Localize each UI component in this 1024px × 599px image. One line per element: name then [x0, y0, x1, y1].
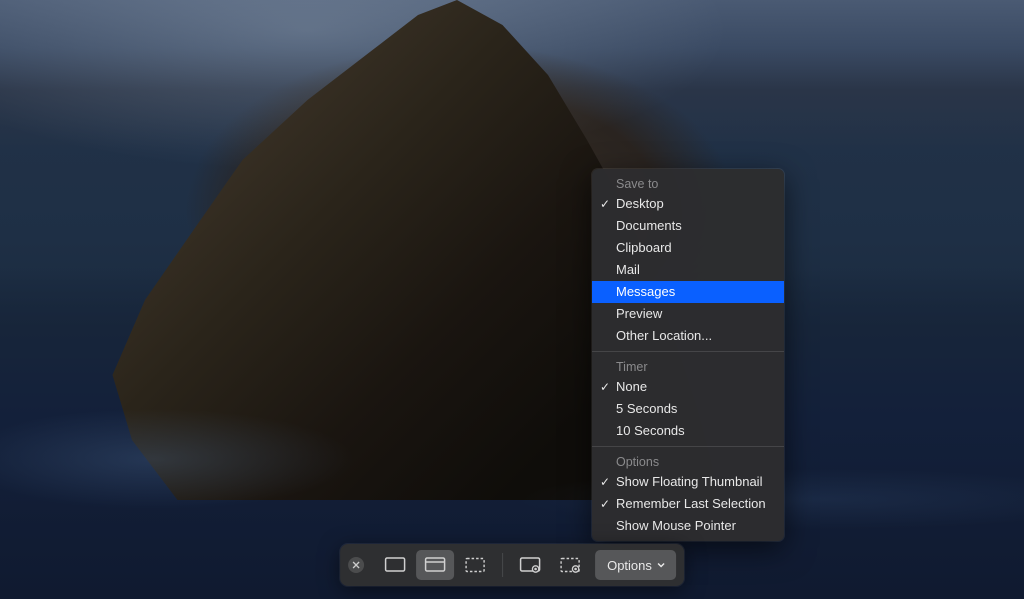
record-selection-icon	[559, 556, 581, 574]
menu-item-label: Desktop	[616, 196, 664, 211]
toolbar-divider	[502, 553, 503, 577]
menu-item-desktop[interactable]: ✓ Desktop	[592, 193, 784, 215]
menu-item-documents[interactable]: Documents	[592, 215, 784, 237]
menu-item-preview[interactable]: Preview	[592, 303, 784, 325]
menu-item-label: Preview	[616, 306, 662, 321]
menu-item-messages[interactable]: Messages	[592, 281, 784, 303]
options-menu: Save to ✓ Desktop Documents Clipboard Ma…	[592, 169, 784, 541]
screenshot-toolbar: Options	[340, 544, 684, 586]
menu-item-timer-10s[interactable]: 10 Seconds	[592, 420, 784, 442]
menu-item-label: None	[616, 379, 647, 394]
checkmark-icon: ✓	[600, 473, 610, 491]
menu-item-label: Show Mouse Pointer	[616, 518, 736, 533]
menu-section-timer: Timer	[592, 356, 784, 376]
desktop-wallpaper	[0, 0, 1024, 599]
menu-item-mail[interactable]: Mail	[592, 259, 784, 281]
menu-item-other-location[interactable]: Other Location...	[592, 325, 784, 347]
menu-item-label: Mail	[616, 262, 640, 277]
menu-divider	[592, 446, 784, 447]
capture-entire-screen-button[interactable]	[376, 550, 414, 580]
checkmark-icon: ✓	[600, 495, 610, 513]
menu-item-label: 5 Seconds	[616, 401, 677, 416]
menu-section-save-to: Save to	[592, 173, 784, 193]
checkmark-icon: ✓	[600, 378, 610, 396]
selection-icon	[464, 556, 486, 574]
menu-item-timer-5s[interactable]: 5 Seconds	[592, 398, 784, 420]
menu-item-label: Show Floating Thumbnail	[616, 474, 762, 489]
checkmark-icon: ✓	[600, 195, 610, 213]
menu-item-show-mouse-pointer[interactable]: Show Mouse Pointer	[592, 515, 784, 537]
record-screen-icon	[519, 556, 541, 574]
options-button-label: Options	[607, 558, 652, 573]
menu-item-timer-none[interactable]: ✓ None	[592, 376, 784, 398]
menu-item-label: Remember Last Selection	[616, 496, 766, 511]
menu-item-label: Other Location...	[616, 328, 712, 343]
menu-divider	[592, 351, 784, 352]
record-selected-portion-button[interactable]	[551, 550, 589, 580]
chevron-down-icon	[656, 560, 666, 570]
close-button[interactable]	[348, 557, 364, 573]
menu-item-remember-selection[interactable]: ✓ Remember Last Selection	[592, 493, 784, 515]
menu-item-label: Clipboard	[616, 240, 672, 255]
menu-item-floating-thumbnail[interactable]: ✓ Show Floating Thumbnail	[592, 471, 784, 493]
window-icon	[424, 556, 446, 574]
menu-item-label: 10 Seconds	[616, 423, 685, 438]
menu-section-options: Options	[592, 451, 784, 471]
record-entire-screen-button[interactable]	[511, 550, 549, 580]
options-button[interactable]: Options	[595, 550, 676, 580]
menu-item-clipboard[interactable]: Clipboard	[592, 237, 784, 259]
screen-icon	[384, 556, 406, 574]
close-icon	[352, 561, 360, 569]
menu-item-label: Messages	[616, 284, 675, 299]
wallpaper-ocean	[0, 339, 1024, 539]
capture-selected-portion-button[interactable]	[456, 550, 494, 580]
menu-item-label: Documents	[616, 218, 682, 233]
capture-selected-window-button[interactable]	[416, 550, 454, 580]
